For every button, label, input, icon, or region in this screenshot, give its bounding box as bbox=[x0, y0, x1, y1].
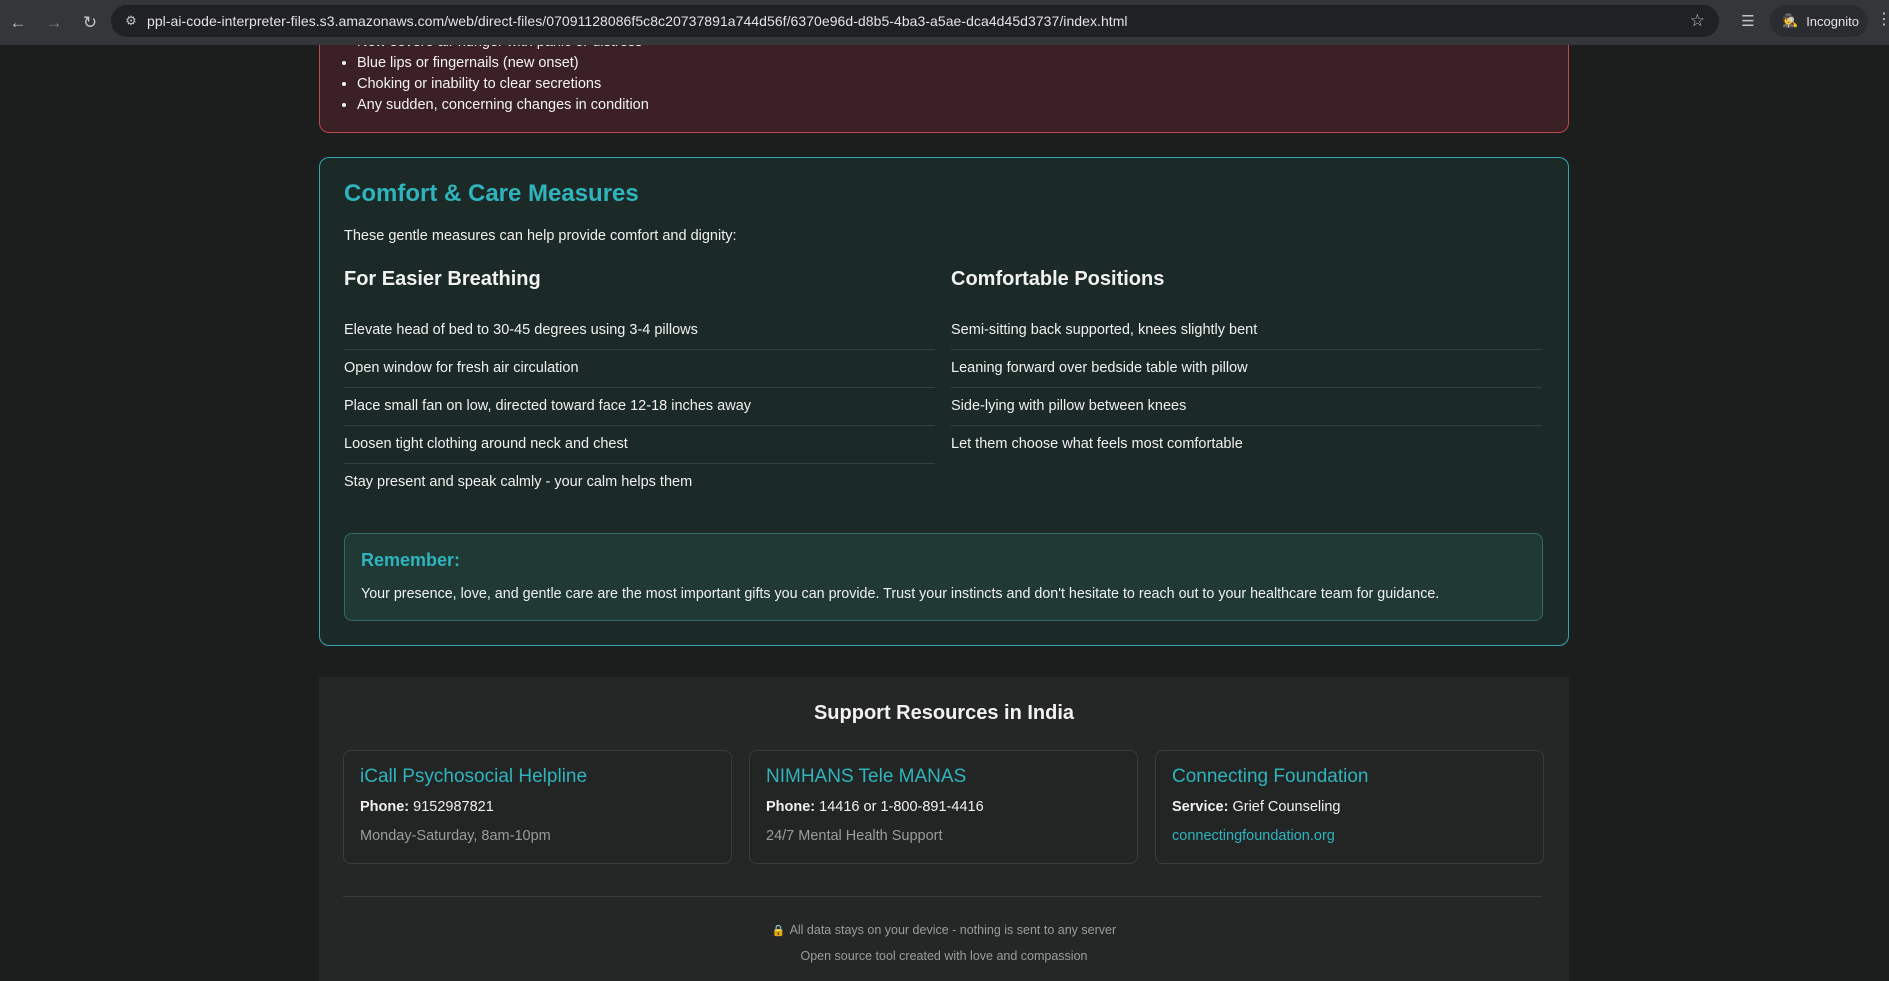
positions-heading: Comfortable Positions bbox=[951, 268, 1165, 290]
support-resources-section: Support Resources in India iCall Psychos… bbox=[319, 677, 1569, 981]
list-item: Semi-sitting back supported, knees sligh… bbox=[951, 312, 1542, 350]
forward-arrow-icon[interactable]: → bbox=[36, 5, 72, 41]
resource-card-connecting: Connecting Foundation Service: Grief Cou… bbox=[1155, 750, 1544, 864]
list-item: Elevate head of bed to 30-45 degrees usi… bbox=[344, 312, 935, 350]
browser-toolbar: ← → ↻ ⚙ ppl-ai-code-interpreter-files.s3… bbox=[0, 0, 1889, 45]
site-settings-icon[interactable]: ⚙ bbox=[115, 5, 147, 37]
url-text[interactable]: ppl-ai-code-interpreter-files.s3.amazona… bbox=[147, 13, 1128, 29]
bookmark-star-icon[interactable]: ☆ bbox=[1690, 11, 1705, 31]
resource-phone: Phone: 14416 or 1-800-891-4416 bbox=[766, 799, 984, 815]
comfort-care-card: Comfort & Care Measures These gentle mea… bbox=[319, 157, 1569, 646]
list-item: Any sudden, concerning changes in condit… bbox=[357, 95, 649, 116]
section-intro: These gentle measures can help provide c… bbox=[344, 228, 737, 244]
resource-label: Phone: bbox=[360, 799, 410, 815]
breathing-list: Elevate head of bed to 30-45 degrees usi… bbox=[344, 312, 935, 502]
resource-service: Service: Grief Counseling bbox=[1172, 799, 1340, 815]
privacy-note-text: All data stays on your device - nothing … bbox=[789, 923, 1117, 937]
positions-list: Semi-sitting back supported, knees sligh… bbox=[951, 312, 1542, 464]
list-item: Leaning forward over bedside table with … bbox=[951, 350, 1542, 388]
resource-website-link[interactable]: connectingfoundation.org bbox=[1172, 828, 1335, 844]
incognito-icon: 🕵 bbox=[1782, 13, 1799, 28]
footer-divider bbox=[343, 896, 1542, 897]
section-title: Comfort & Care Measures bbox=[344, 180, 639, 207]
breathing-column: For Easier Breathing Elevate head of bed… bbox=[344, 268, 935, 502]
privacy-note: 🔒 All data stays on your device - nothing… bbox=[319, 923, 1569, 937]
menu-icon[interactable]: ⋮ bbox=[1876, 9, 1889, 29]
resource-title: NIMHANS Tele MANAS bbox=[766, 766, 967, 787]
incognito-badge[interactable]: 🕵 Incognito bbox=[1770, 5, 1868, 37]
positions-column: Comfortable Positions Semi-sitting back … bbox=[951, 268, 1542, 464]
resource-hours: 24/7 Mental Health Support bbox=[766, 828, 943, 844]
remember-text: Your presence, love, and gentle care are… bbox=[361, 586, 1440, 602]
list-item: Choking or inability to clear secretions bbox=[357, 74, 649, 95]
list-item: Let them choose what feels most comforta… bbox=[951, 436, 1243, 452]
resource-title: Connecting Foundation bbox=[1172, 766, 1369, 787]
media-controls-icon[interactable]: ☰ bbox=[1733, 5, 1763, 37]
address-bar[interactable]: ⚙ ppl-ai-code-interpreter-files.s3.amazo… bbox=[111, 5, 1719, 37]
resource-hours: Monday-Saturday, 8am-10pm bbox=[360, 828, 551, 844]
list-item: Loosen tight clothing around neck and ch… bbox=[344, 426, 935, 464]
breathing-heading: For Easier Breathing bbox=[344, 268, 541, 290]
resource-phone: Phone: 9152987821 bbox=[360, 799, 494, 815]
list-item: Place small fan on low, directed toward … bbox=[344, 388, 935, 426]
credit-note: Open source tool created with love and c… bbox=[800, 949, 1088, 963]
resource-phone-number: 9152987821 bbox=[413, 799, 494, 815]
resource-phone-number: 14416 or 1-800-891-4416 bbox=[819, 799, 984, 815]
resource-service-value: Grief Counseling bbox=[1232, 799, 1341, 815]
resource-card-nimhans: NIMHANS Tele MANAS Phone: 14416 or 1-800… bbox=[749, 750, 1138, 864]
back-arrow-icon[interactable]: ← bbox=[0, 5, 36, 41]
resources-heading: Support Resources in India bbox=[813, 702, 1075, 724]
resource-label: Service: bbox=[1172, 799, 1229, 815]
remember-title: Remember: bbox=[361, 550, 461, 570]
list-item: Blue lips or fingernails (new onset) bbox=[357, 53, 649, 74]
list-item: Side-lying with pillow between knees bbox=[951, 388, 1542, 426]
list-item: Open window for fresh air circulation bbox=[344, 350, 935, 388]
resource-title: iCall Psychosocial Helpline bbox=[360, 766, 588, 787]
incognito-label: Incognito bbox=[1806, 13, 1859, 29]
resource-label: Phone: bbox=[766, 799, 816, 815]
resource-card-icall: iCall Psychosocial Helpline Phone: 91529… bbox=[343, 750, 732, 864]
list-item: Stay present and speak calmly - your cal… bbox=[344, 474, 693, 490]
reload-icon[interactable]: ↻ bbox=[72, 5, 108, 41]
remember-callout: Remember: Your presence, love, and gentl… bbox=[344, 533, 1543, 621]
lock-icon: 🔒 bbox=[771, 925, 786, 937]
